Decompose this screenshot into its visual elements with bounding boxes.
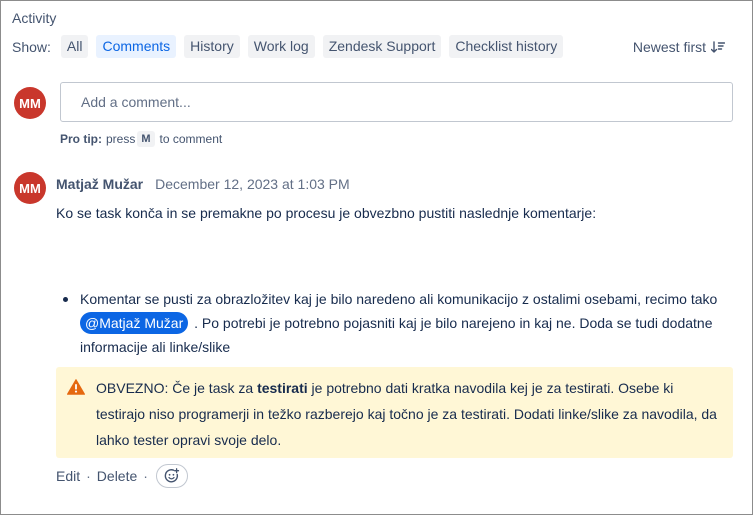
bullet-dot [63,297,68,302]
add-reaction-button[interactable] [155,464,188,488]
filter-history-button[interactable]: History [184,35,240,58]
filter-all-button[interactable]: All [60,35,89,58]
add-reaction-icon [164,468,180,483]
pro-tip: Pro tip: press M to comment [60,131,222,147]
comment-author-initials: MM [19,180,41,196]
comment-timestamp[interactable]: December 12, 2023 at 1:03 PM [155,176,350,192]
comment-author-name[interactable]: Matjaž Mužar [56,176,143,192]
pro-tip-suffix: to comment [159,132,223,146]
filter-zendesk-support-button[interactable]: Zendesk Support [322,35,442,58]
action-separator: · [86,468,91,484]
show-label: Show: [12,38,51,55]
add-comment-placeholder: Add a comment... [81,94,191,110]
filter-checklist-history-button[interactable]: Checklist history [449,35,564,58]
comment-header: Matjaž Mužar December 12, 2023 at 1:03 P… [56,176,350,192]
filter-comments-button[interactable]: Comments [96,35,177,58]
action-separator: · [143,468,148,484]
comment-actions: Edit · Delete · [56,463,188,489]
pro-tip-label: Pro tip: [60,132,102,146]
sort-order-label: Newest first [632,38,706,55]
current-user-avatar[interactable]: MM [14,87,46,119]
sort-order-button[interactable]: Newest first [633,35,725,58]
warning-panel: OBVEZNO: Če je task za testirati je potr… [56,367,733,458]
current-user-initials: MM [19,95,41,111]
activity-title: Activity [12,10,57,26]
sort-descending-icon [711,40,725,53]
comment-bullet-list: Komentar se pusti za obrazložitev kaj je… [63,287,723,359]
delete-comment-link[interactable]: Delete [97,468,137,484]
list-item: Komentar se pusti za obrazložitev kaj je… [63,287,723,359]
bullet-text-before: Komentar se pusti za obrazložitev kaj je… [80,291,718,307]
pro-tip-key: M [137,131,155,147]
add-comment-input[interactable]: Add a comment... [60,82,733,122]
user-mention[interactable]: @Matjaž Mužar [80,312,189,334]
edit-comment-link[interactable]: Edit [56,468,80,484]
activity-panel: Activity Show: All Comments History Work… [0,0,753,515]
warning-text-prefix: OBVEZNO: Če je task za [96,380,258,396]
pro-tip-press: press [106,132,136,146]
warning-text-bold: testirati [257,380,308,396]
comment-intro-text: Ko se task konča in se premakne po proce… [56,205,597,221]
comment-author-avatar[interactable]: MM [14,172,46,204]
warning-icon [67,379,85,395]
activity-filter-bar: Show: All Comments History Work log Zend… [12,35,732,58]
filter-work-log-button[interactable]: Work log [247,35,315,58]
